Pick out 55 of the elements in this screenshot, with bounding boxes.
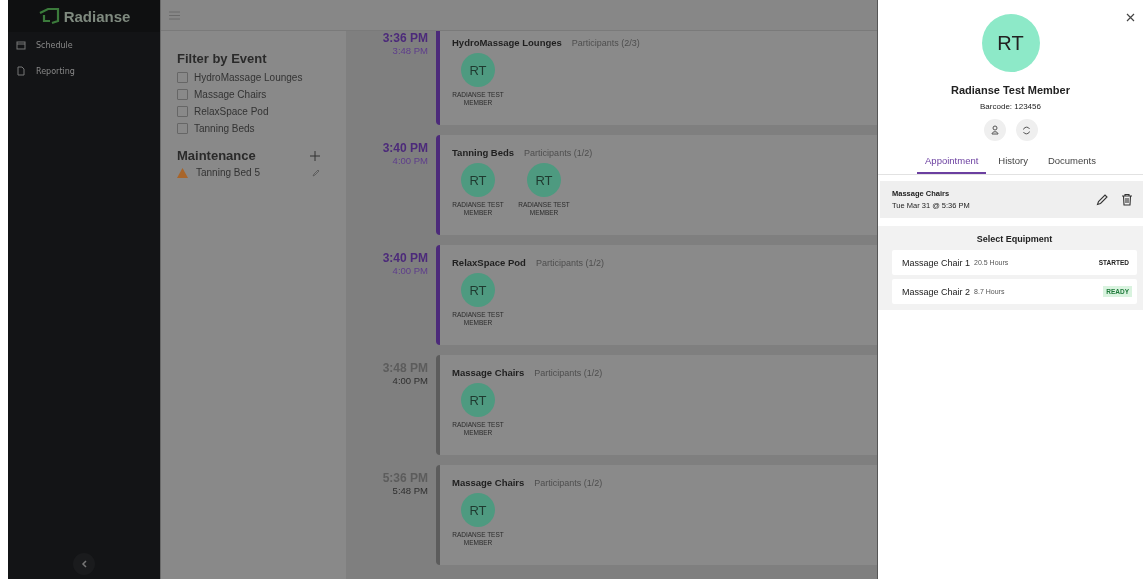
end-time: 4:00 PM	[392, 155, 428, 166]
close-icon	[1126, 13, 1135, 22]
filter-checkbox[interactable]: RelaxSpace Pod	[177, 106, 330, 117]
filter-title: Filter by Event	[177, 51, 268, 66]
filter-checkbox[interactable]: Massage Chairs	[177, 89, 330, 100]
member-avatar[interactable]: RT	[461, 273, 495, 307]
tab[interactable]: History	[990, 149, 1036, 174]
person-icon	[990, 125, 999, 135]
logo-icon	[37, 7, 60, 25]
barcode-text: Barcode: 123456	[980, 102, 1041, 111]
filter-checkbox[interactable]: HydroMassage Lounges	[177, 72, 330, 83]
tab[interactable]: Appointment	[917, 149, 987, 174]
tab[interactable]: Documents	[1039, 149, 1104, 174]
event-title: Tanning Beds	[452, 147, 515, 158]
equipment-name: Massage Chair 2	[902, 286, 971, 297]
filter-checkbox[interactable]: Tanning Beds	[177, 123, 330, 134]
maintenance-title: Maintenance	[177, 148, 256, 163]
chevron-left-icon	[81, 560, 87, 568]
trash-icon[interactable]	[1121, 193, 1133, 206]
plus-icon[interactable]	[310, 150, 320, 161]
end-time: 3:48 PM	[392, 45, 428, 56]
member-avatar[interactable]: RT	[461, 493, 495, 527]
member-avatar[interactable]: RT	[461, 383, 495, 417]
equipment-title: Select Equipment	[975, 234, 1054, 244]
nav-item[interactable]: Reporting	[8, 58, 160, 84]
pencil-icon[interactable]	[1096, 193, 1109, 206]
end-time: 4:00 PM	[392, 265, 428, 276]
end-time: 5:48 PM	[392, 485, 428, 496]
event-title: RelaxSpace Pod	[452, 257, 526, 268]
participants-count: Participants (1/2)	[534, 478, 603, 488]
participants-count: Participants (1/2)	[534, 368, 603, 378]
refresh-button[interactable]	[1015, 119, 1038, 141]
nav-item[interactable]: Schedule	[8, 32, 160, 58]
start-time: 3:40 PM	[382, 251, 428, 265]
refresh-icon	[1022, 125, 1031, 135]
member-avatar[interactable]: RT	[461, 53, 495, 87]
event-title: Massage Chairs	[452, 367, 525, 378]
maintenance-item[interactable]: Tanning Bed 5	[196, 167, 304, 178]
event-title: Massage Chairs	[452, 477, 525, 488]
start-time: 3:36 PM	[382, 31, 428, 45]
equipment-name: Massage Chair 1	[902, 257, 971, 268]
member-name: Radianse Test Member	[951, 84, 1070, 96]
logo-text: Radianse	[63, 7, 131, 25]
event-title: HydroMassage Lounges	[452, 37, 562, 48]
member-avatar[interactable]: RT	[461, 163, 495, 197]
menu-icon[interactable]	[169, 10, 180, 20]
member-avatar[interactable]: RT	[527, 163, 561, 197]
warning-icon	[177, 167, 188, 178]
start-time: 3:40 PM	[382, 141, 428, 155]
collapse-button[interactable]	[73, 553, 95, 575]
profile-button[interactable]	[983, 119, 1006, 141]
end-time: 4:00 PM	[392, 375, 428, 386]
calendar-icon	[16, 40, 26, 50]
member-avatar: RT	[981, 14, 1040, 72]
document-icon	[16, 66, 26, 76]
